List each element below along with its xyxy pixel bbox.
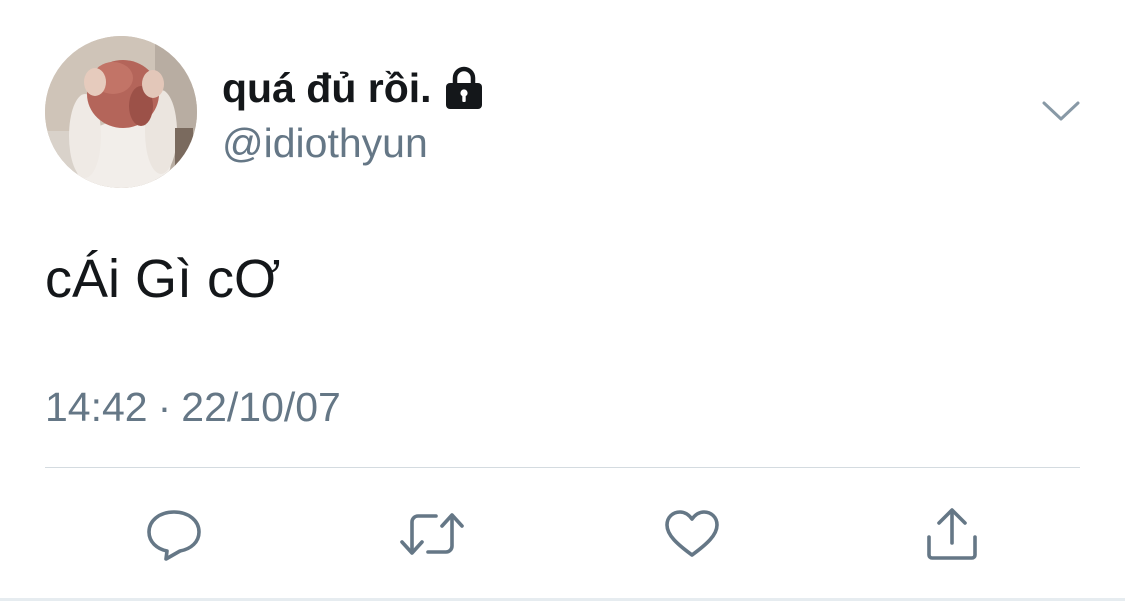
tweet-time: 14:42 xyxy=(45,384,148,430)
avatar-image xyxy=(45,36,197,188)
user-handle[interactable]: @idiothyun xyxy=(222,117,428,169)
tweet-text: cÁi Gì cƠ xyxy=(45,249,281,309)
display-name-row: quá đủ rồi. xyxy=(222,60,484,116)
retweet-button[interactable] xyxy=(398,500,466,568)
avatar[interactable] xyxy=(45,36,197,188)
chevron-down-icon[interactable] xyxy=(1040,95,1082,125)
timestamp-separator: · xyxy=(157,384,172,430)
share-button[interactable] xyxy=(918,500,986,568)
tweet-detail: quá đủ rồi. @idiothyun cÁi Gì cƠ 14:42 · 2… xyxy=(0,0,1125,601)
lock-icon xyxy=(445,66,482,109)
divider xyxy=(45,467,1080,468)
reply-icon xyxy=(147,510,201,561)
tweet-date: 22/10/07 xyxy=(181,384,341,430)
heart-icon xyxy=(665,510,719,557)
display-name[interactable]: quá đủ rồi. xyxy=(222,60,432,116)
tweet-timestamp[interactable]: 14:42 · 22/10/07 xyxy=(45,380,341,434)
retweet-icon xyxy=(400,513,464,555)
like-button[interactable] xyxy=(658,500,726,568)
reply-button[interactable] xyxy=(140,500,208,568)
share-icon xyxy=(927,508,977,560)
